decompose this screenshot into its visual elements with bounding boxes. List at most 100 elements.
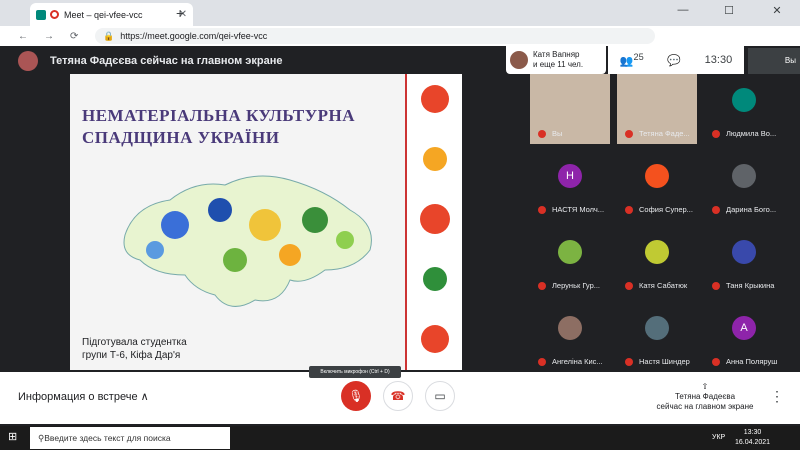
- tab-title: Meet – qei-vfee-vcc: [64, 9, 143, 20]
- mic-muted-icon: [625, 130, 633, 138]
- windows-start-icon[interactable]: ⊞: [8, 430, 17, 443]
- participant-name: Ангеліна Кис...: [552, 357, 603, 366]
- participant-avatar: [645, 240, 669, 264]
- forward-icon[interactable]: →: [44, 31, 54, 42]
- mic-muted-icon: [538, 358, 546, 366]
- mic-muted-icon: [712, 130, 720, 138]
- popup-avatar: [510, 51, 528, 69]
- participant-name: НАСТЯ Молч...: [552, 205, 605, 214]
- participant-tile[interactable]: Людмила Во...: [704, 74, 784, 144]
- present-icon: ⇧: [701, 382, 709, 391]
- participant-avatar: [558, 316, 582, 340]
- camera-button[interactable]: ▭: [425, 381, 455, 411]
- ukraine-map-image: [123, 175, 372, 307]
- popup-name: Катя Вапняр: [533, 50, 580, 59]
- mic-muted-icon: [538, 206, 546, 214]
- refresh-icon[interactable]: ⟳: [70, 31, 78, 42]
- lock-icon: 🔒: [103, 30, 115, 41]
- mic-muted-icon: [625, 282, 633, 290]
- meeting-info-label: Информация о встрече: [18, 391, 138, 403]
- mic-muted-icon: [712, 206, 720, 214]
- participant-avatar: [732, 88, 756, 112]
- hangup-button[interactable]: ☎: [383, 381, 413, 411]
- participant-tile[interactable]: Тетяна Фаде...: [617, 74, 697, 144]
- participant-tile[interactable]: Вы: [530, 74, 610, 144]
- slide-title: НЕМАТЕРІАЛЬНА КУЛЬТУРНА СПАДЩИНА УКРАЇНИ: [82, 105, 382, 149]
- participant-name: Настя Шиндер: [639, 357, 690, 366]
- mic-muted-icon: [538, 282, 546, 290]
- taskbar-time: 13:30: [743, 429, 762, 436]
- taskbar-clock[interactable]: 13:30 16.04.2021: [735, 428, 770, 448]
- language-indicator[interactable]: УКР: [712, 434, 725, 441]
- participant-tile[interactable]: Леруньк Гур...: [530, 226, 610, 296]
- participant-tile[interactable]: А Анна Поляруш: [704, 302, 784, 372]
- slide-title-line2: СПАДЩИНА УКРАЇНИ: [82, 128, 280, 147]
- participant-name: София Супер...: [639, 205, 693, 214]
- participants-popup[interactable]: Катя Вапняр и еще 11 чел.: [506, 46, 606, 74]
- self-preview: Вы: [748, 48, 800, 74]
- browser-tab[interactable]: Meet – qei-vfee-vcc ✕: [30, 3, 193, 26]
- participant-tile[interactable]: Дарина Бого...: [704, 150, 784, 220]
- participant-name: Катя Сабатюк: [639, 281, 688, 290]
- chevron-up-icon: ∧: [140, 391, 149, 403]
- url-field[interactable]: 🔒 https://meet.google.com/qei-vfee-vcc: [95, 28, 655, 44]
- participant-tile[interactable]: София Супер...: [617, 150, 697, 220]
- mic-muted-icon: [538, 130, 546, 138]
- slide-title-line1: НЕМАТЕРІАЛЬНА КУЛЬТУРНА: [82, 106, 356, 125]
- participant-tile[interactable]: Таня Крыкина: [704, 226, 784, 296]
- folk-ornament-border: [405, 74, 462, 370]
- header-controls: 👥25 💬 13:30: [608, 46, 744, 74]
- url-text: https://meet.google.com/qei-vfee-vcc: [120, 31, 268, 41]
- mic-tooltip: Включить микрофон (Ctrl + D): [309, 366, 401, 378]
- slide-subtitle: Підготувала студентка групи Т-6, Кіфа Да…: [82, 336, 187, 362]
- meeting-time: 13:30: [704, 54, 733, 66]
- presenting-info[interactable]: ⇧ Тетяна Фадеєва сейчас на главном экран…: [650, 382, 760, 412]
- participant-tile[interactable]: Катя Сабатюк: [617, 226, 697, 296]
- presenting-line1: Тетяна Фадеєва: [674, 392, 736, 401]
- close-window-icon[interactable]: ✕: [754, 4, 800, 17]
- participant-name: Тетяна Фаде...: [639, 129, 690, 138]
- slide-sub-line2: групи Т-6, Кіфа Дар'я: [82, 350, 181, 361]
- participant-name: Леруньк Гур...: [552, 281, 600, 290]
- presenter-title: Тетяна Фадєєва сейчас на главном экране: [50, 55, 283, 67]
- maximize-icon[interactable]: ☐: [706, 4, 752, 17]
- participant-name: Анна Поляруш: [726, 357, 778, 366]
- participant-tile[interactable]: Н НАСТЯ Молч...: [530, 150, 610, 220]
- participant-name: Таня Крыкина: [726, 281, 775, 290]
- taskbar-date: 16.04.2021: [735, 439, 771, 446]
- participant-avatar: Н: [558, 164, 582, 188]
- participant-avatar: [645, 164, 669, 188]
- mic-off-button[interactable]: 🎙: [341, 381, 371, 411]
- participant-avatar: А: [732, 316, 756, 340]
- back-icon[interactable]: ←: [18, 31, 28, 42]
- mic-muted-icon: [625, 358, 633, 366]
- meeting-info-button[interactable]: Информация о встрече ∧: [18, 390, 149, 403]
- participant-avatar: [645, 316, 669, 340]
- minimize-icon[interactable]: —: [660, 4, 706, 16]
- participant-name: Людмила Во...: [726, 129, 777, 138]
- participants-count: 25: [633, 52, 644, 63]
- popup-count: и еще 11 чел.: [533, 60, 584, 69]
- recording-icon: [50, 10, 59, 19]
- participant-tile[interactable]: Ангеліна Кис...: [530, 302, 610, 372]
- chat-icon[interactable]: 💬: [667, 54, 681, 67]
- slide-sub-line1: Підготувала студентка: [82, 337, 187, 348]
- search-placeholder: Введите здесь текст для поиска: [44, 433, 171, 443]
- participant-avatar: [732, 240, 756, 264]
- presenter-avatar: [18, 51, 38, 71]
- presenting-line2: сейчас на главном экране: [656, 402, 754, 411]
- taskbar-search[interactable]: ⚲ Введите здесь текст для поиска: [30, 427, 230, 449]
- participant-name: Вы: [552, 129, 563, 138]
- participants-button[interactable]: 👥25: [620, 52, 644, 68]
- new-tab-icon[interactable]: +: [176, 5, 184, 21]
- mic-muted-icon: [625, 206, 633, 214]
- participant-name: Дарина Бого...: [726, 205, 777, 214]
- more-options-icon[interactable]: ⋮: [770, 388, 784, 405]
- participant-avatar: [732, 164, 756, 188]
- self-label: Вы: [784, 56, 796, 65]
- mic-muted-icon: [712, 358, 720, 366]
- mic-muted-icon: [712, 282, 720, 290]
- participant-avatar: [558, 240, 582, 264]
- participant-tile[interactable]: Настя Шиндер: [617, 302, 697, 372]
- meet-favicon-icon: [36, 9, 46, 20]
